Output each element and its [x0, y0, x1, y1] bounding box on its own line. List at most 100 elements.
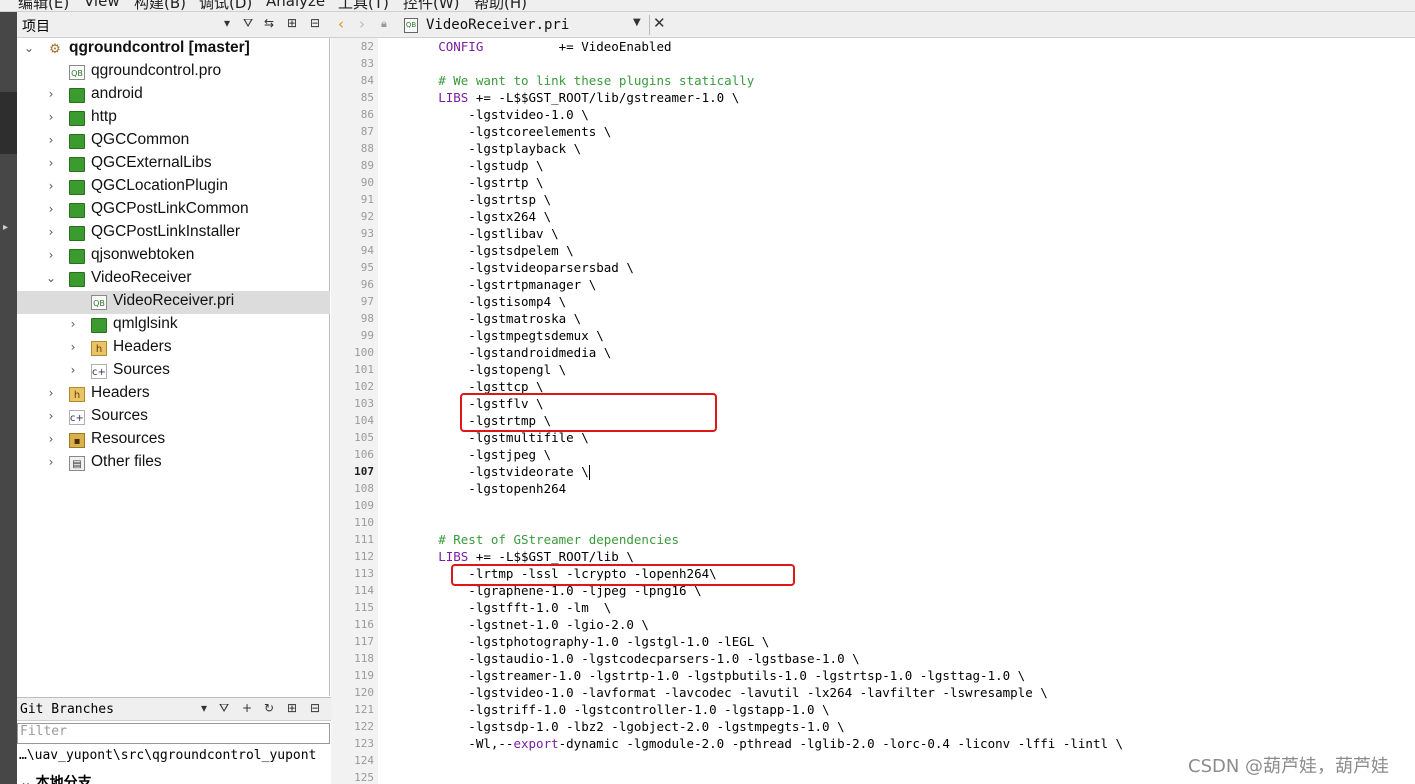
code-line[interactable]: -lgstvideorate \ — [378, 463, 590, 480]
git-filter-input[interactable]: Filter — [17, 723, 330, 744]
split-icon[interactable]: ⊞ — [287, 16, 297, 30]
code-line[interactable]: -Wl,--export-dynamic -lgmodule-2.0 -pthr… — [378, 735, 1123, 752]
code-line[interactable]: LIBS += -L$$GST_ROOT/lib/gstreamer-1.0 \ — [378, 89, 739, 106]
code-line[interactable]: -lgstrtp \ — [378, 174, 543, 191]
chevron-right-icon[interactable]: › — [45, 432, 57, 446]
tree-item[interactable]: › QGCLocationPlugin — [17, 176, 330, 199]
code-line[interactable]: -lgstriff-1.0 -lgstcontroller-1.0 -lgsta… — [378, 701, 829, 718]
code-line[interactable]: # We want to link these plugins statical… — [378, 72, 754, 89]
chevron-right-icon[interactable]: › — [45, 386, 57, 400]
tree-item[interactable]: › c+ Sources — [17, 406, 330, 429]
code-line[interactable]: -lgstfft-1.0 -lm \ — [378, 599, 611, 616]
chevron-right-icon[interactable]: › — [45, 225, 57, 239]
code-line[interactable]: -lgstsdp-1.0 -lbz2 -lgobject-2.0 -lgstmp… — [378, 718, 844, 735]
code-line[interactable]: -lgstmatroska \ — [378, 310, 581, 327]
code-line[interactable]: -lgstsdpelem \ — [378, 242, 573, 259]
local-branches-group[interactable]: ⌄ 本地分支 — [20, 772, 92, 784]
chevron-right-icon[interactable]: › — [67, 317, 79, 331]
open-file-name[interactable]: VideoReceiver.pri — [426, 17, 569, 33]
expand-arrow-icon[interactable]: ▸ — [3, 222, 8, 233]
chevron-right-icon[interactable]: › — [45, 179, 57, 193]
code-line[interactable]: -lgstx264 \ — [378, 208, 551, 225]
tree-item[interactable]: › QGCCommon — [17, 130, 330, 153]
code-line[interactable]: -lgstmpegtsdemux \ — [378, 327, 603, 344]
menu-bar: 编辑(E) View 构建(B) 调试(D) Analyze 工具(T) 控件(… — [0, 0, 1415, 12]
tree-item[interactable]: ⌄ ⚙ qgroundcontrol [master] — [17, 38, 330, 61]
chevron-right-icon[interactable]: › — [67, 363, 79, 377]
menu-edit[interactable]: 编辑(E) — [18, 0, 69, 11]
tree-item[interactable]: › QGCExternalLibs — [17, 153, 330, 176]
code-line[interactable]: LIBS += -L$$GST_ROOT/lib \ — [378, 548, 634, 565]
back-arrow-icon[interactable]: ‹ — [338, 15, 344, 33]
tree-item[interactable]: › qjsonwebtoken — [17, 245, 330, 268]
chevron-down-icon[interactable]: ⌄ — [23, 41, 35, 55]
chevron-down-icon[interactable]: ⌄ — [45, 271, 57, 285]
chevron-right-icon[interactable]: › — [45, 455, 57, 469]
code-line[interactable]: -lgstudp \ — [378, 157, 543, 174]
chevron-right-icon[interactable]: › — [45, 133, 57, 147]
tree-item[interactable]: › h Headers — [17, 383, 330, 406]
chevron-right-icon[interactable]: › — [45, 87, 57, 101]
mode-selector-active[interactable] — [0, 92, 17, 154]
tree-item[interactable]: › android — [17, 84, 330, 107]
code-line[interactable]: -lgstopenh264 — [378, 480, 566, 497]
menu-build[interactable]: 构建(B) — [134, 0, 186, 11]
git-close-icon[interactable]: ⊟ — [310, 701, 320, 715]
chevron-right-icon[interactable]: › — [45, 409, 57, 423]
tree-item[interactable]: › QGCPostLinkInstaller — [17, 222, 330, 245]
code-line[interactable]: -lgstopengl \ — [378, 361, 566, 378]
chevron-right-icon[interactable]: › — [45, 202, 57, 216]
collapse-chevron-icon[interactable]: ⌄ — [20, 774, 36, 784]
tree-item[interactable]: › http — [17, 107, 330, 130]
add-branch-icon[interactable]: + — [242, 701, 252, 715]
forward-arrow-icon[interactable]: › — [359, 15, 365, 33]
close-pane-icon[interactable]: ⊟ — [310, 16, 320, 30]
menu-analyze[interactable]: Analyze — [266, 0, 325, 10]
chevron-right-icon[interactable]: › — [45, 156, 57, 170]
code-line[interactable]: -lgstvideo-1.0 -lavformat -lavcodec -lav… — [378, 684, 1048, 701]
chevron-right-icon[interactable]: › — [67, 340, 79, 354]
menu-debug[interactable]: 调试(D) — [199, 0, 252, 11]
tree-item[interactable]: QB qgroundcontrol.pro — [17, 61, 330, 84]
tree-item[interactable]: › QGCPostLinkCommon — [17, 199, 330, 222]
code-line[interactable]: -lgstandroidmedia \ — [378, 344, 611, 361]
menu-controls[interactable]: 控件(W) — [403, 0, 460, 11]
git-filter-icon[interactable]: ⛛ — [219, 701, 229, 716]
code-line[interactable]: -lgstphotography-1.0 -lgstgl-1.0 -lEGL \ — [378, 633, 769, 650]
code-line[interactable]: -lgstrtpmanager \ — [378, 276, 596, 293]
code-line[interactable]: -lgstvideoparsersbad \ — [378, 259, 634, 276]
link-icon[interactable]: ⇆ — [264, 16, 274, 30]
code-line[interactable]: -lgstaudio-1.0 -lgstcodecparsers-1.0 -lg… — [378, 650, 859, 667]
filter-icon[interactable]: ⛛ — [243, 16, 253, 31]
tree-item[interactable]: › ▤ Other files — [17, 452, 330, 475]
code-line[interactable]: -lgstplayback \ — [378, 140, 581, 157]
git-split-icon[interactable]: ⊞ — [287, 701, 297, 715]
tree-item[interactable]: › ▪ Resources — [17, 429, 330, 452]
code-line[interactable]: -lgstcoreelements \ — [378, 123, 611, 140]
menu-view[interactable]: View — [84, 0, 120, 10]
menu-help[interactable]: 帮助(H) — [474, 0, 527, 11]
code-line[interactable]: -lgstisomp4 \ — [378, 293, 566, 310]
close-document-icon[interactable]: ✕ — [653, 14, 666, 32]
folder-icon — [69, 249, 85, 264]
tree-item[interactable]: QB VideoReceiver.pri — [17, 291, 330, 314]
code-line[interactable]: -lgstlibav \ — [378, 225, 558, 242]
pane-dropdown-icon[interactable]: ▾ — [224, 16, 230, 30]
file-dropdown-icon[interactable]: ▼ — [633, 17, 641, 28]
code-line[interactable]: -lgstreamer-1.0 -lgstrtp-1.0 -lgstpbutil… — [378, 667, 1025, 684]
code-line[interactable]: # Rest of GStreamer dependencies — [378, 531, 679, 548]
code-line[interactable]: -lgstrtsp \ — [378, 191, 551, 208]
tree-item[interactable]: › h Headers — [17, 337, 330, 360]
menu-tools[interactable]: 工具(T) — [338, 0, 389, 11]
chevron-right-icon[interactable]: › — [45, 248, 57, 262]
code-line[interactable]: -lgstvideo-1.0 \ — [378, 106, 588, 123]
tree-item[interactable]: › c+ Sources — [17, 360, 330, 383]
tree-item[interactable]: ⌄ VideoReceiver — [17, 268, 330, 291]
git-dropdown-icon[interactable]: ▾ — [201, 701, 207, 715]
refresh-icon[interactable]: ↻ — [264, 701, 274, 715]
code-line[interactable]: -lgstjpeg \ — [378, 446, 551, 463]
tree-item[interactable]: › qmlglsink — [17, 314, 330, 337]
code-line[interactable]: -lgstnet-1.0 -lgio-2.0 \ — [378, 616, 649, 633]
chevron-right-icon[interactable]: › — [45, 110, 57, 124]
code-line[interactable]: CONFIG += VideoEnabled — [378, 38, 671, 55]
